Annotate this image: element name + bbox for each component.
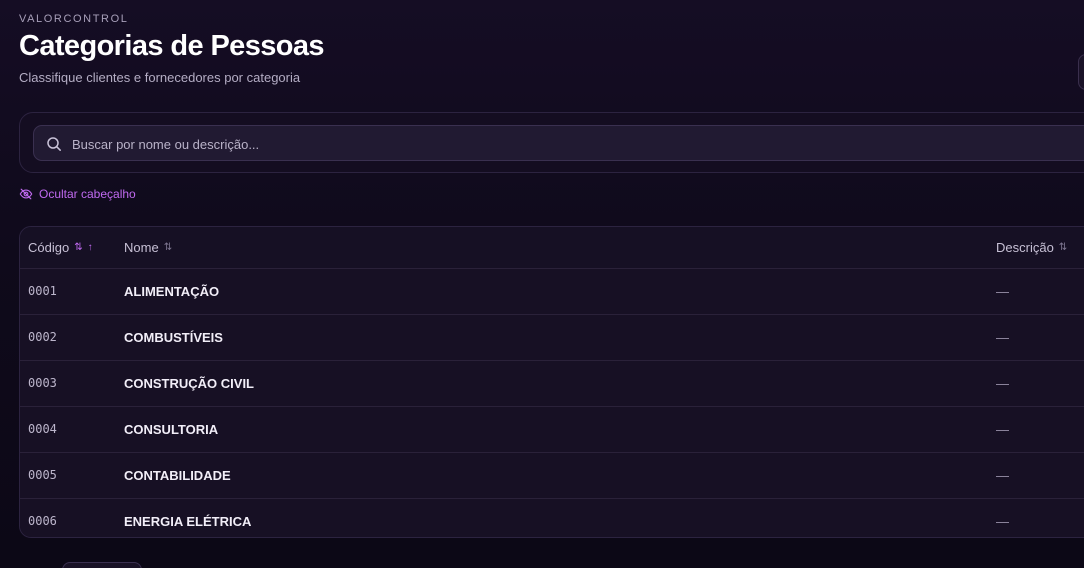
cell-name: ALIMENTAÇÃO: [124, 284, 220, 299]
cell-description: —: [996, 376, 1009, 391]
cell-code: 0003: [28, 376, 57, 390]
table-header: Código ⇅ ↑ Nome ⇅ Descrição ⇅: [20, 227, 1084, 269]
cell-description: —: [996, 422, 1009, 437]
cell-name: CONSULTORIA: [124, 422, 219, 437]
sort-icon: ⇅: [74, 242, 82, 253]
page: VALORCONTROL Categorias de Pessoas Class…: [0, 0, 1084, 568]
cell-code: 0005: [28, 468, 57, 482]
cell-description: —: [996, 468, 1009, 483]
cell-name: ENERGIA ELÉTRICA: [124, 514, 252, 529]
table-row[interactable]: 0004 CONSULTORIA —: [20, 407, 1084, 453]
sort-ascending-icon: ↑: [87, 242, 93, 253]
column-header-name-label: Nome: [124, 240, 159, 255]
search-icon: [47, 137, 61, 151]
column-header-code-label: Código: [28, 240, 70, 255]
cell-code: 0004: [28, 422, 57, 436]
brand-label: VALORCONTROL: [19, 13, 129, 25]
categories-table: Código ⇅ ↑ Nome ⇅ Descrição ⇅ 0001 ALIME…: [19, 226, 1084, 538]
sort-icon: ⇅: [163, 242, 172, 253]
column-header-description[interactable]: Descrição ⇅: [996, 227, 1067, 268]
cell-description: —: [996, 330, 1009, 345]
cell-name: COMBUSTÍVEIS: [124, 330, 223, 345]
table-row[interactable]: 0006 ENERGIA ELÉTRICA —: [20, 499, 1084, 537]
sort-icon: ⇅: [1058, 242, 1067, 253]
table-row[interactable]: 0001 ALIMENTAÇÃO —: [20, 269, 1084, 315]
hide-header-label: Ocultar cabeçalho: [39, 187, 136, 201]
table-row[interactable]: 0003 CONSTRUÇÃO CIVIL —: [20, 361, 1084, 407]
cell-code: 0002: [28, 330, 57, 344]
search-panel: [19, 112, 1084, 173]
column-header-code[interactable]: Código ⇅ ↑: [28, 227, 93, 268]
cell-description: —: [996, 514, 1009, 529]
column-header-name[interactable]: Nome ⇅: [124, 227, 172, 268]
page-subtitle: Classifique clientes e fornecedores por …: [19, 70, 301, 85]
table-row[interactable]: 0002 COMBUSTÍVEIS —: [20, 315, 1084, 361]
column-header-description-label: Descrição: [996, 240, 1054, 255]
search-input[interactable]: [70, 126, 974, 162]
header-action-button[interactable]: [1078, 54, 1084, 90]
cell-name: CONTABILIDADE: [124, 468, 231, 483]
cell-code: 0001: [28, 284, 57, 298]
table-row[interactable]: 0005 CONTABILIDADE —: [20, 453, 1084, 499]
search-box[interactable]: [33, 125, 1084, 162]
pagination-control[interactable]: [62, 562, 142, 568]
hide-header-toggle[interactable]: Ocultar cabeçalho: [19, 187, 136, 201]
cell-description: —: [996, 284, 1009, 299]
eye-off-icon: [19, 188, 33, 200]
cell-name: CONSTRUÇÃO CIVIL: [124, 376, 254, 391]
cell-code: 0006: [28, 514, 57, 528]
page-title: Categorias de Pessoas: [19, 30, 325, 62]
